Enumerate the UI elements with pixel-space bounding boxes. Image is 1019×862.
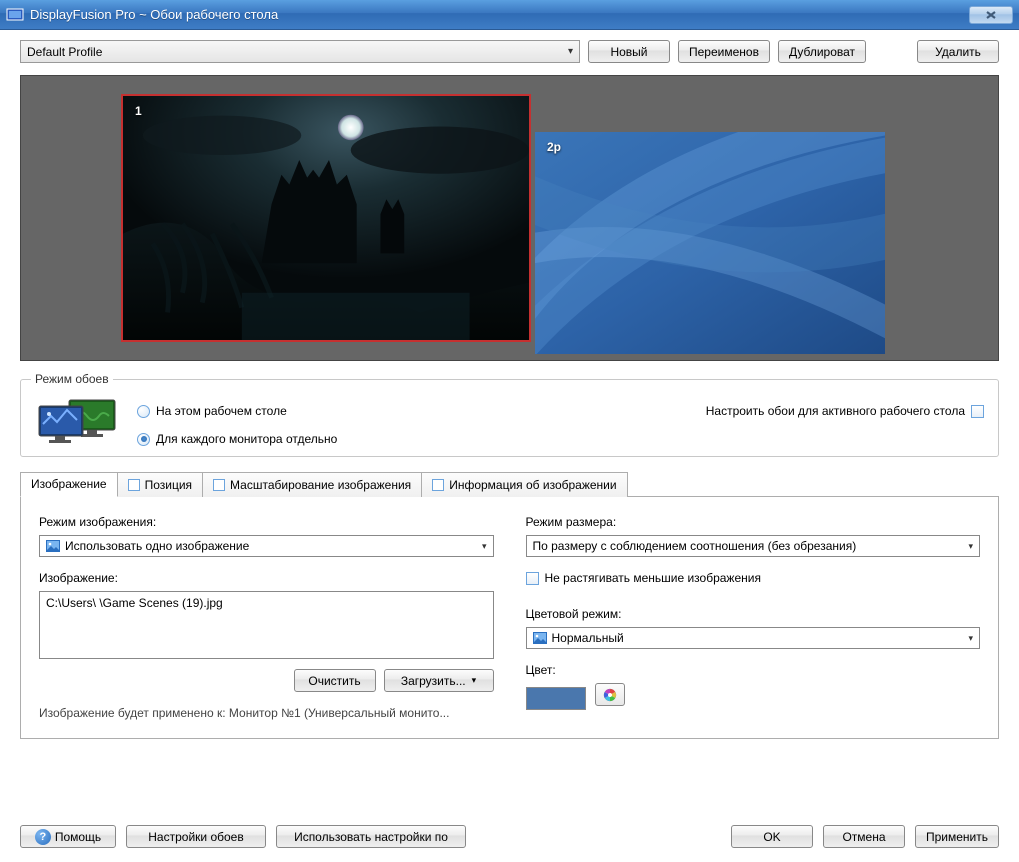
active-desktop-checkbox[interactable] [971,405,984,418]
tab-image[interactable]: Изображение [20,472,118,497]
titlebar: DisplayFusion Pro ~ Обои рабочего стола [0,0,1019,30]
profile-row: Default Profile Новый Переименов Дублиро… [20,40,999,63]
rename-profile-button[interactable]: Переименов [678,40,770,63]
no-stretch-checkbox[interactable] [526,572,539,585]
monitor-2-wallpaper-thumb [535,132,885,354]
tab-image-label: Изображение [31,477,107,491]
tab-info[interactable]: Информация об изображении [421,472,627,497]
cancel-button[interactable]: Отмена [823,825,905,848]
color-wheel-icon [603,688,617,702]
window-title: DisplayFusion Pro ~ Обои рабочего стола [30,7,969,22]
close-button[interactable] [969,6,1013,24]
close-icon [984,10,998,20]
wallpaper-settings-button[interactable]: Настройки обоев [126,825,266,848]
help-label: Помощь [55,830,101,844]
monitor-preview-area: 1 [20,75,999,361]
radio-same-desktop[interactable]: На этом рабочем столе [137,404,337,418]
tab-strip: Изображение Позиция Масштабирование изоб… [20,471,999,497]
color-mode-value: Нормальный [552,631,624,645]
use-defaults-button[interactable]: Использовать настройки по [276,825,466,848]
profile-select-value: Default Profile [27,45,102,59]
color-mode-select[interactable]: Нормальный [526,627,981,649]
delete-profile-button[interactable]: Удалить [917,40,999,63]
size-mode-value: По размеру с соблюдением соотношения (бе… [533,539,857,553]
tab-scaling-label: Масштабирование изображения [230,478,411,492]
color-label: Цвет: [526,663,981,677]
picture-icon [46,540,60,552]
apply-button[interactable]: Применить [915,825,999,848]
color-mode-label: Цветовой режим: [526,607,981,621]
radio-icon [137,433,150,446]
radio-same-label: На этом рабочем столе [156,404,287,418]
no-stretch-label: Не растягивать меньшие изображения [545,571,761,585]
wallpaper-mode-legend: Режим обоев [31,372,113,386]
image-mode-label: Режим изображения: [39,515,494,529]
wallpaper-mode-group: Режим обоев [20,379,999,457]
color-picker-button[interactable] [595,683,625,706]
monitor-1-preview[interactable]: 1 [121,94,531,342]
size-mode-select[interactable]: По размеру с соблюдением соотношения (бе… [526,535,981,557]
tab-info-checkbox-icon [432,479,444,491]
size-mode-label: Режим размера: [526,515,981,529]
image-path-box[interactable]: C:\Users\ \Game Scenes (19).jpg [39,591,494,659]
help-button[interactable]: ? Помощь [20,825,116,848]
image-path-label: Изображение: [39,571,494,585]
tab-content-image: Режим изображения: Использовать одно изо… [20,497,999,739]
tab-scaling-checkbox-icon [213,479,225,491]
active-desktop-label: Настроить обои для активного рабочего ст… [706,404,965,418]
tab-position-label: Позиция [145,478,192,492]
radio-each-label: Для каждого монитора отдельно [156,432,337,446]
help-icon: ? [35,829,51,845]
app-icon [6,6,24,24]
color-swatch[interactable] [526,687,586,710]
duplicate-profile-button[interactable]: Дублироват [778,40,866,63]
new-profile-button[interactable]: Новый [588,40,670,63]
monitor-1-label: 1 [135,104,142,118]
profile-select[interactable]: Default Profile [20,40,580,63]
radio-icon [137,405,150,418]
clear-button[interactable]: Очистить [294,669,376,692]
monitor-2-label: 2p [547,140,561,154]
tab-position[interactable]: Позиция [117,472,203,497]
image-mode-select[interactable]: Использовать одно изображение [39,535,494,557]
image-mode-value: Использовать одно изображение [65,539,249,553]
tab-position-checkbox-icon [128,479,140,491]
tab-scaling[interactable]: Масштабирование изображения [202,472,422,497]
load-button[interactable]: Загрузить... [384,669,494,692]
tab-info-label: Информация об изображении [449,478,616,492]
ok-button[interactable]: OK [731,825,813,848]
dual-monitor-icon [35,398,119,446]
image-path-value: C:\Users\ \Game Scenes (19).jpg [46,596,223,610]
footer-bar: ? Помощь Настройки обоев Использовать на… [0,825,1019,848]
monitor-1-wallpaper-thumb [123,96,529,340]
applied-to-text: Изображение будет применено к: Монитор №… [39,706,494,720]
picture-icon [533,632,547,644]
radio-each-monitor[interactable]: Для каждого монитора отдельно [137,432,337,446]
monitor-2-preview[interactable]: 2p [535,132,885,354]
